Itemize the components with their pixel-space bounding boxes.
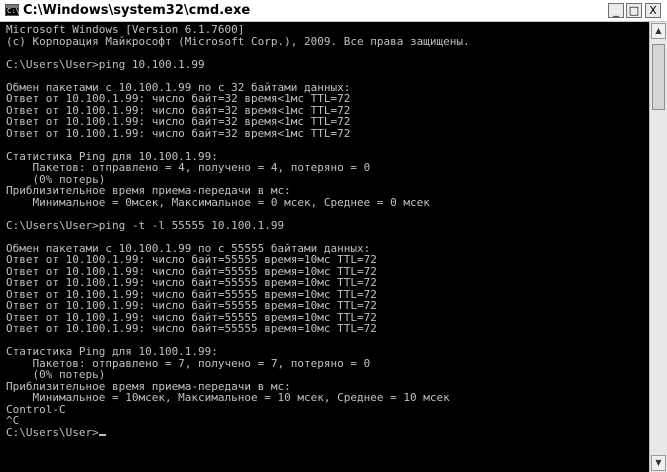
- console-line: (c) Корпорация Майкрософт (Microsoft Cor…: [6, 34, 646, 48]
- text-cursor: [98, 433, 106, 436]
- prompt-line: C:\Users\User>: [6, 425, 646, 439]
- scroll-down-button[interactable]: ▼: [651, 455, 666, 471]
- console-line: Минимальное = 10мсек, Максимальное = 10 …: [6, 392, 646, 404]
- cmd-window: C:\ C:\Windows\system32\cmd.exe _ □ X Mi…: [0, 0, 667, 472]
- close-button[interactable]: X: [645, 3, 661, 18]
- console-line: Ответ от 10.100.1.99: число байт=32 врем…: [6, 126, 646, 140]
- console-line: Control-C: [6, 403, 646, 416]
- console-line: C:\Users\User>ping -t -l 55555 10.100.1.…: [6, 218, 646, 232]
- console-line: ^C: [6, 415, 646, 427]
- command-prompt-icon: C:\: [5, 4, 20, 16]
- minimize-button[interactable]: _: [608, 3, 624, 18]
- scroll-up-button[interactable]: ▲: [651, 23, 666, 39]
- window-title: C:\Windows\system32\cmd.exe: [23, 3, 251, 18]
- console-line-text: C:\Users\User>: [6, 425, 99, 439]
- title-bar[interactable]: C:\ C:\Windows\system32\cmd.exe _ □ X: [0, 0, 667, 22]
- console-output[interactable]: Microsoft Windows [Version 6.1.7600] (c) …: [6, 24, 646, 470]
- vertical-scrollbar[interactable]: ▲ ▼: [649, 22, 667, 472]
- console-line: C:\Users\User>ping 10.100.1.99: [6, 57, 646, 71]
- console-line-text: C:\Users\User>ping 10.100.1.99: [6, 57, 205, 71]
- console-line-text: (c) Корпорация Майкрософт (Microsoft Cor…: [6, 34, 470, 48]
- maximize-button[interactable]: □: [626, 3, 642, 18]
- app-icon-glyph: C:\: [7, 7, 20, 15]
- console-line: Минимальное = 0мсек, Максимальное = 0 мс…: [6, 195, 646, 209]
- console-line-text: Ответ от 10.100.1.99: число байт=32 врем…: [6, 126, 351, 140]
- console-line-text: C:\Users\User>ping -t -l 55555 10.100.1.…: [6, 218, 285, 232]
- console-line-text: Минимальное = 0мсек, Максимальное = 0 мс…: [6, 195, 430, 209]
- console-line: Ответ от 10.100.1.99: число байт=55555 в…: [6, 323, 646, 335]
- console-line-text: Минимальное = 10мсек, Максимальное = 10 …: [6, 391, 450, 404]
- scroll-thumb[interactable]: [652, 44, 665, 110]
- console-line-text: Ответ от 10.100.1.99: число байт=55555 в…: [6, 322, 377, 335]
